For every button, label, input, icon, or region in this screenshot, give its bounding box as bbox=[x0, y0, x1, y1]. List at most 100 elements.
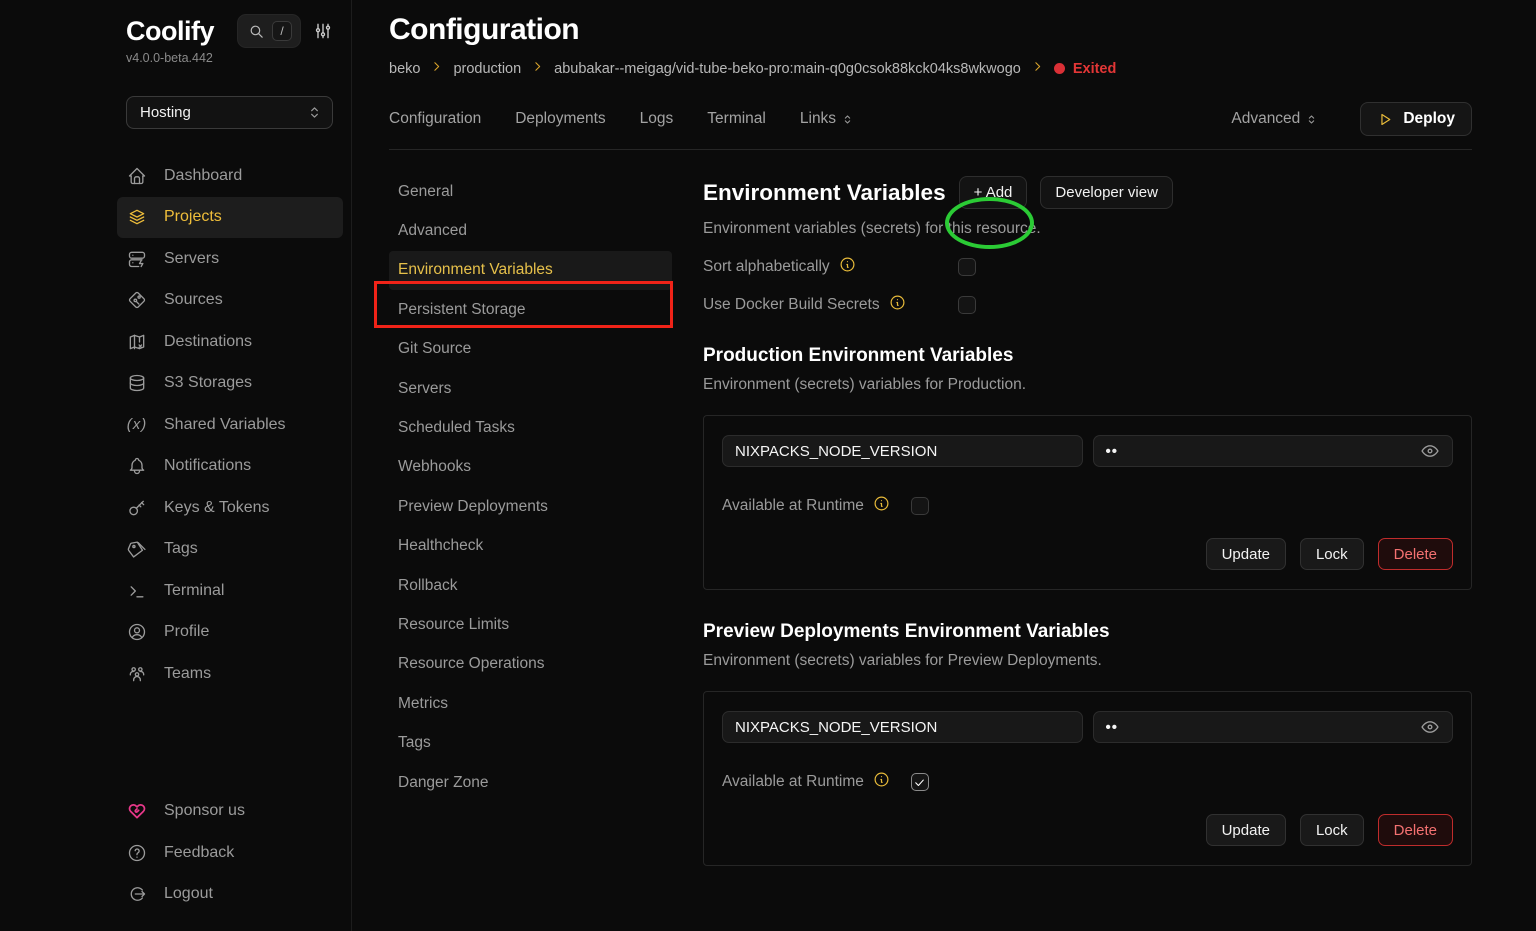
help-circle-icon bbox=[126, 842, 148, 864]
sidebar-item-label: Servers bbox=[164, 250, 219, 268]
deploy-label: Deploy bbox=[1403, 110, 1455, 128]
search-button[interactable]: / bbox=[237, 14, 301, 48]
chevron-updown-icon bbox=[306, 104, 323, 121]
submenu-item-advanced[interactable]: Advanced bbox=[389, 211, 672, 250]
sidebar-item-teams[interactable]: Teams bbox=[117, 653, 343, 695]
submenu-item-preview-deployments[interactable]: Preview Deployments bbox=[389, 487, 672, 526]
settings-button[interactable] bbox=[313, 21, 333, 41]
sidebar-item-destinations[interactable]: Destinations bbox=[117, 321, 343, 363]
env-var-value-input[interactable]: •• bbox=[1093, 435, 1454, 467]
available-at-runtime-row: Available at Runtime bbox=[722, 495, 1453, 517]
submenu-item-metrics[interactable]: Metrics bbox=[389, 684, 672, 723]
status-badge: Exited bbox=[1054, 61, 1117, 77]
env-title: Environment Variables bbox=[703, 180, 946, 206]
submenu-item-scheduled-tasks[interactable]: Scheduled Tasks bbox=[389, 408, 672, 447]
sidebar-item-shared-variables[interactable]: (x) Shared Variables bbox=[117, 404, 343, 446]
sidebar-footer: Sponsor us Feedback Logout bbox=[126, 791, 333, 918]
env-var-card-preview: NIXPACKS_NODE_VERSION •• Available at Ru… bbox=[703, 691, 1472, 866]
tab-links[interactable]: Links bbox=[800, 110, 854, 128]
check-icon bbox=[913, 776, 926, 789]
submenu-item-tags[interactable]: Tags bbox=[389, 723, 672, 762]
main-area: Configuration beko production abubakar--… bbox=[352, 0, 1536, 931]
breadcrumb-resource[interactable]: abubakar--meigag/vid-tube-beko-pro:main-… bbox=[554, 61, 1021, 77]
tab-bar: Configuration Deployments Logs Terminal … bbox=[389, 102, 1472, 136]
available-at-runtime-checkbox[interactable] bbox=[911, 773, 929, 791]
sidebar-item-tags[interactable]: Tags bbox=[117, 529, 343, 571]
update-button[interactable]: Update bbox=[1206, 814, 1286, 846]
sidebar-item-dashboard[interactable]: Dashboard bbox=[117, 155, 343, 197]
sidebar-item-sponsor[interactable]: Sponsor us bbox=[117, 791, 343, 833]
submenu-item-environment-variables[interactable]: Environment Variables bbox=[389, 251, 672, 290]
submenu-item-healthcheck[interactable]: Healthcheck bbox=[389, 527, 672, 566]
app-version: v4.0.0-beta.442 bbox=[126, 51, 333, 65]
submenu-item-resource-limits[interactable]: Resource Limits bbox=[389, 605, 672, 644]
submenu-item-resource-operations[interactable]: Resource Operations bbox=[389, 645, 672, 684]
sidebar-item-servers[interactable]: Servers bbox=[117, 238, 343, 280]
preview-env-description: Environment (secrets) variables for Prev… bbox=[703, 652, 1472, 670]
info-icon[interactable] bbox=[839, 256, 856, 278]
available-at-runtime-row: Available at Runtime bbox=[722, 771, 1453, 793]
breadcrumb-environment[interactable]: production bbox=[453, 61, 521, 77]
docker-build-secrets-row: Use Docker Build Secrets bbox=[703, 296, 1472, 314]
sidebar-item-projects[interactable]: Projects bbox=[117, 197, 343, 239]
env-var-value-input[interactable]: •• bbox=[1093, 711, 1454, 743]
sidebar-item-label: Tags bbox=[164, 540, 198, 558]
lock-button[interactable]: Lock bbox=[1300, 538, 1364, 570]
sidebar-item-notifications[interactable]: Notifications bbox=[117, 446, 343, 488]
sidebar-item-label: Keys & Tokens bbox=[164, 499, 270, 517]
submenu-item-servers[interactable]: Servers bbox=[389, 369, 672, 408]
tab-links-label: Links bbox=[800, 110, 836, 128]
developer-view-button[interactable]: Developer view bbox=[1040, 176, 1173, 209]
delete-button[interactable]: Delete bbox=[1378, 538, 1453, 570]
update-button[interactable]: Update bbox=[1206, 538, 1286, 570]
sidebar-item-label: Dashboard bbox=[164, 167, 242, 185]
logout-icon bbox=[126, 883, 148, 905]
info-icon[interactable] bbox=[873, 771, 890, 793]
sidebar-item-logout[interactable]: Logout bbox=[117, 874, 343, 916]
docker-build-secrets-checkbox[interactable] bbox=[958, 296, 976, 314]
sidebar-item-keys-tokens[interactable]: Keys & Tokens bbox=[117, 487, 343, 529]
map-icon bbox=[126, 331, 148, 353]
sidebar-item-feedback[interactable]: Feedback bbox=[117, 832, 343, 874]
submenu-item-rollback[interactable]: Rollback bbox=[389, 566, 672, 605]
sidebar-item-terminal[interactable]: Terminal bbox=[117, 570, 343, 612]
tab-deployments[interactable]: Deployments bbox=[515, 110, 605, 128]
submenu-item-persistent-storage[interactable]: Persistent Storage bbox=[389, 290, 672, 329]
sidebar-item-s3-storages[interactable]: S3 Storages bbox=[117, 363, 343, 405]
submenu-item-git-source[interactable]: Git Source bbox=[389, 330, 672, 369]
sidebar-item-label: Sources bbox=[164, 291, 223, 309]
tab-configuration[interactable]: Configuration bbox=[389, 110, 481, 128]
sidebar-item-label: Logout bbox=[164, 885, 213, 903]
advanced-dropdown[interactable]: Advanced bbox=[1231, 110, 1318, 128]
env-var-name-input[interactable]: NIXPACKS_NODE_VERSION bbox=[722, 435, 1083, 467]
lock-button[interactable]: Lock bbox=[1300, 814, 1364, 846]
eye-icon[interactable] bbox=[1420, 441, 1440, 461]
production-env-description: Environment (secrets) variables for Prod… bbox=[703, 376, 1472, 394]
preview-env-title: Preview Deployments Environment Variable… bbox=[703, 621, 1472, 643]
breadcrumb: beko production abubakar--meigag/vid-tub… bbox=[389, 60, 1472, 77]
available-at-runtime-checkbox[interactable] bbox=[911, 497, 929, 515]
workspace-select-value: Hosting bbox=[140, 104, 191, 121]
tab-logs[interactable]: Logs bbox=[640, 110, 674, 128]
submenu-item-webhooks[interactable]: Webhooks bbox=[389, 448, 672, 487]
breadcrumb-team[interactable]: beko bbox=[389, 61, 420, 77]
sidebar-item-label: Destinations bbox=[164, 333, 252, 351]
info-icon[interactable] bbox=[873, 495, 890, 517]
env-var-masked-value: •• bbox=[1106, 443, 1119, 460]
env-var-name-input[interactable]: NIXPACKS_NODE_VERSION bbox=[722, 711, 1083, 743]
heart-icon bbox=[126, 800, 148, 822]
workspace-select[interactable]: Hosting bbox=[126, 96, 333, 129]
submenu-item-general[interactable]: General bbox=[389, 172, 672, 211]
add-button[interactable]: + Add bbox=[959, 176, 1028, 209]
info-icon[interactable] bbox=[889, 294, 906, 316]
sidebar-item-profile[interactable]: Profile bbox=[117, 612, 343, 654]
tab-terminal[interactable]: Terminal bbox=[707, 110, 766, 128]
submenu-item-danger-zone[interactable]: Danger Zone bbox=[389, 763, 672, 802]
sidebar-item-sources[interactable]: Sources bbox=[117, 280, 343, 322]
deploy-button[interactable]: Deploy bbox=[1360, 102, 1472, 136]
sort-alphabetically-checkbox[interactable] bbox=[958, 258, 976, 276]
env-var-masked-value: •• bbox=[1106, 719, 1119, 736]
eye-icon[interactable] bbox=[1420, 717, 1440, 737]
delete-button[interactable]: Delete bbox=[1378, 814, 1453, 846]
sidebar-item-label: Notifications bbox=[164, 457, 251, 475]
